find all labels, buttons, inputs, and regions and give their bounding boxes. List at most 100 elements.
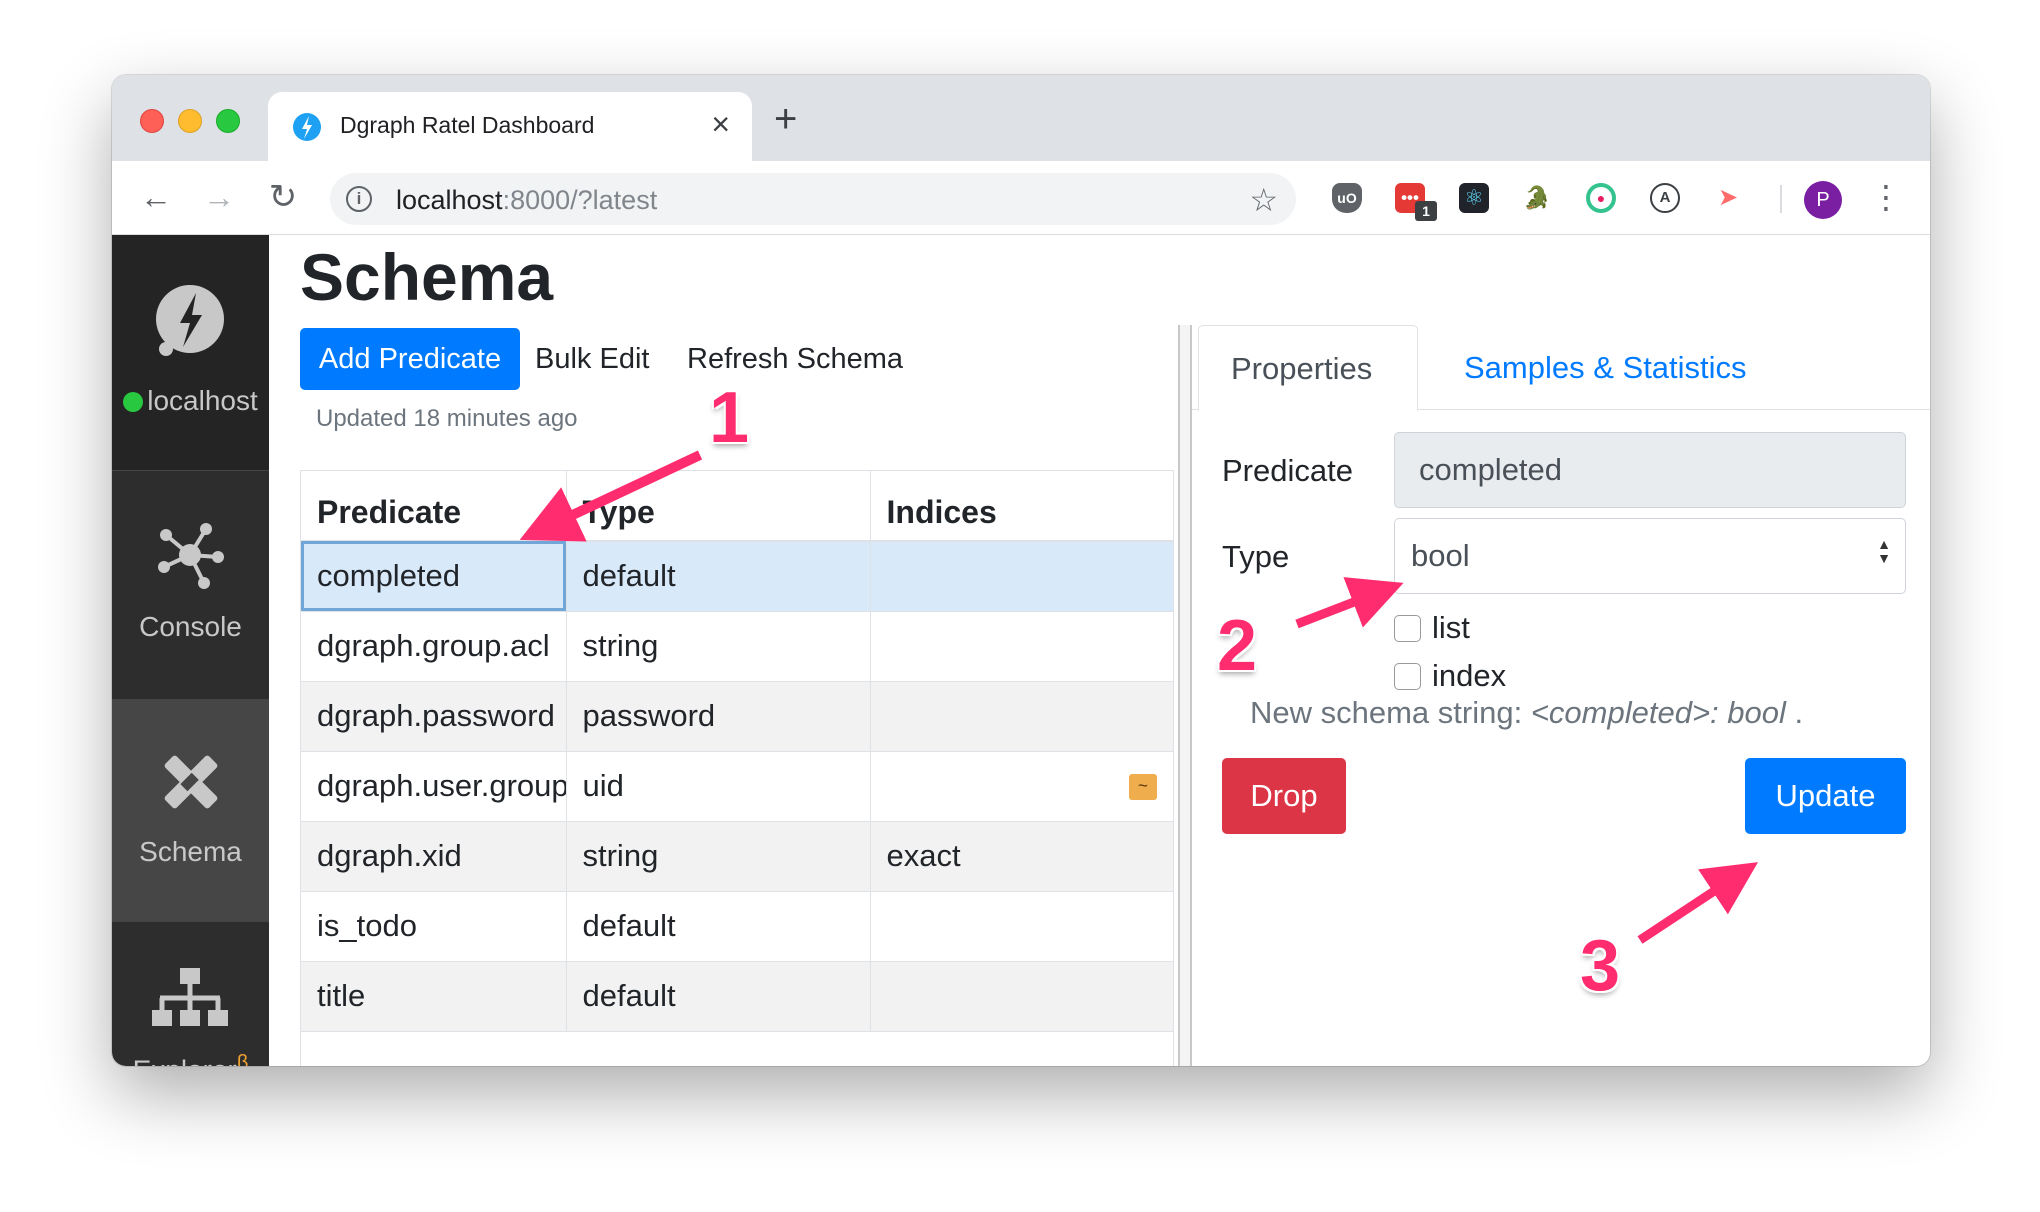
- predicate-input[interactable]: completed: [1394, 432, 1906, 508]
- tab-samples-statistics[interactable]: Samples & Statistics: [1432, 325, 1779, 411]
- cell-predicate[interactable]: dgraph.user.group: [301, 751, 567, 822]
- todo-extension-icon[interactable]: ••• 1: [1395, 183, 1437, 221]
- cell-indices: [870, 961, 1173, 1032]
- table-row[interactable]: completed default: [301, 541, 1173, 612]
- warning-icon[interactable]: ~: [1129, 773, 1157, 800]
- type-select[interactable]: bool ▲ ▼: [1394, 518, 1906, 594]
- ratel-app: localhost Console Schema β Schema Add Pr…: [112, 235, 1930, 1066]
- forward-button[interactable]: →: [197, 175, 241, 219]
- cell-predicate[interactable]: title: [301, 961, 567, 1032]
- list-checkbox[interactable]: [1394, 615, 1421, 642]
- list-checkbox-label[interactable]: list: [1432, 610, 1470, 646]
- back-button[interactable]: ←: [134, 175, 178, 219]
- minimize-window-button[interactable]: [178, 109, 202, 133]
- dgraph-favicon-icon: [293, 113, 321, 141]
- cell-type: string: [566, 821, 871, 892]
- bulk-edit-button[interactable]: Bulk Edit: [535, 328, 649, 390]
- cell-indices: [870, 891, 1173, 962]
- ublock-extension-icon[interactable]: uO: [1332, 183, 1362, 213]
- table-row[interactable]: dgraph.xid string exact: [301, 821, 1173, 892]
- cell-indices: exact: [870, 821, 1173, 892]
- close-tab-icon[interactable]: ×: [711, 106, 730, 143]
- tab-title: Dgraph Ratel Dashboard: [340, 112, 595, 138]
- table-row[interactable]: dgraph.password password: [301, 681, 1173, 752]
- arrow-extension-icon[interactable]: ➤: [1713, 183, 1743, 213]
- predicate-label: Predicate: [1222, 453, 1353, 488]
- cell-type: string: [566, 611, 871, 682]
- schema-string-suffix: .: [1785, 695, 1804, 730]
- properties-panel: Properties Samples & Statistics Predicat…: [1192, 325, 1930, 1066]
- beta-badge: β: [236, 1052, 249, 1066]
- panel-resize-handle[interactable]: [1178, 325, 1192, 1066]
- sidebar-item-explorer[interactable]: Explorerβ: [112, 922, 269, 1066]
- sidebar-item-console[interactable]: Console: [112, 471, 269, 700]
- site-info-icon[interactable]: i: [346, 186, 372, 212]
- cell-predicate[interactable]: dgraph.group.acl: [301, 611, 567, 682]
- apollo-extension-icon[interactable]: A: [1650, 183, 1680, 213]
- schema-tools-icon: [164, 755, 218, 809]
- cell-type: default: [566, 961, 871, 1032]
- schema-table: Predicate Type Indices completed default…: [301, 471, 1173, 1032]
- circle-extension-icon[interactable]: ●: [1586, 183, 1616, 213]
- sidebar-label-console: Console: [139, 611, 242, 642]
- sidebar-item-schema[interactable]: Schema: [112, 700, 269, 922]
- table-header-row: Predicate Type Indices: [301, 471, 1173, 542]
- table-row[interactable]: is_todo default: [301, 891, 1173, 962]
- address-bar[interactable]: i localhost:8000/?latest ☆: [330, 173, 1296, 225]
- url-host: localhost: [396, 185, 503, 215]
- schema-string-prefix: New schema string:: [1250, 695, 1531, 730]
- column-header-indices[interactable]: Indices: [870, 471, 1173, 542]
- sidebar-label-schema: Schema: [139, 836, 242, 867]
- browser-toolbar: ← → ↻ i localhost:8000/?latest ☆ uO ••• 1…: [112, 161, 1930, 235]
- new-schema-string: New schema string: <completed>: bool .: [1250, 695, 1803, 731]
- tab-properties[interactable]: Properties: [1198, 325, 1418, 411]
- bookmark-star-icon[interactable]: ☆: [1249, 181, 1278, 219]
- cell-type: password: [566, 681, 871, 752]
- index-checkbox[interactable]: [1394, 663, 1421, 690]
- cell-indices: [870, 681, 1173, 752]
- server-label: localhost: [147, 385, 258, 416]
- dgraph-logo-icon: [156, 285, 224, 356]
- server-status: localhost: [112, 385, 269, 417]
- extension-badge: 1: [1415, 201, 1437, 221]
- close-window-button[interactable]: [140, 109, 164, 133]
- index-checkbox-label[interactable]: index: [1432, 658, 1506, 694]
- cell-predicate[interactable]: completed: [301, 541, 567, 612]
- type-select-value: bool: [1411, 538, 1470, 573]
- drop-button[interactable]: Drop: [1222, 758, 1346, 834]
- browser-menu-icon[interactable]: ⋮: [1870, 177, 1902, 217]
- schema-string-code: <completed>: bool: [1530, 695, 1786, 730]
- browser-tab[interactable]: Dgraph Ratel Dashboard ×: [268, 92, 752, 161]
- table-row[interactable]: dgraph.group.acl string: [301, 611, 1173, 682]
- browser-window: Dgraph Ratel Dashboard × + ← → ↻ i local…: [112, 75, 1930, 1066]
- cell-indices: ~: [870, 751, 1173, 822]
- tab-strip: Dgraph Ratel Dashboard × +: [112, 75, 1930, 161]
- cell-type: default: [566, 891, 871, 962]
- sidebar-item-server[interactable]: localhost: [112, 235, 269, 471]
- profile-avatar[interactable]: P: [1804, 181, 1842, 219]
- cell-predicate[interactable]: dgraph.password: [301, 681, 567, 752]
- column-header-type[interactable]: Type: [566, 471, 871, 542]
- annotation-step-1: 1: [709, 378, 750, 458]
- alligator-extension-icon[interactable]: 🐊: [1522, 183, 1552, 213]
- explorer-hierarchy-icon: [152, 968, 228, 1026]
- table-row[interactable]: title default: [301, 961, 1173, 1032]
- schema-table-container: Predicate Type Indices completed default…: [300, 470, 1174, 1066]
- update-button[interactable]: Update: [1745, 758, 1906, 834]
- sidebar-label-explorer: Explorerβ: [112, 1052, 269, 1066]
- cell-indices: [870, 541, 1173, 612]
- column-header-predicate[interactable]: Predicate: [301, 471, 567, 542]
- cell-predicate[interactable]: is_todo: [301, 891, 567, 962]
- reload-button[interactable]: ↻: [261, 175, 305, 219]
- updated-timestamp: Updated 18 minutes ago: [316, 405, 578, 432]
- annotation-step-3: 3: [1580, 926, 1621, 1006]
- react-devtools-icon[interactable]: ⚛: [1459, 183, 1489, 213]
- maximize-window-button[interactable]: [216, 109, 240, 133]
- new-tab-button[interactable]: +: [774, 97, 797, 142]
- page-title: Schema: [300, 240, 554, 314]
- annotation-step-2: 2: [1217, 606, 1258, 686]
- add-predicate-button[interactable]: Add Predicate: [300, 328, 520, 390]
- table-row[interactable]: dgraph.user.group uid ~: [301, 751, 1173, 822]
- cell-predicate[interactable]: dgraph.xid: [301, 821, 567, 892]
- toolbar-separator: [1780, 185, 1782, 213]
